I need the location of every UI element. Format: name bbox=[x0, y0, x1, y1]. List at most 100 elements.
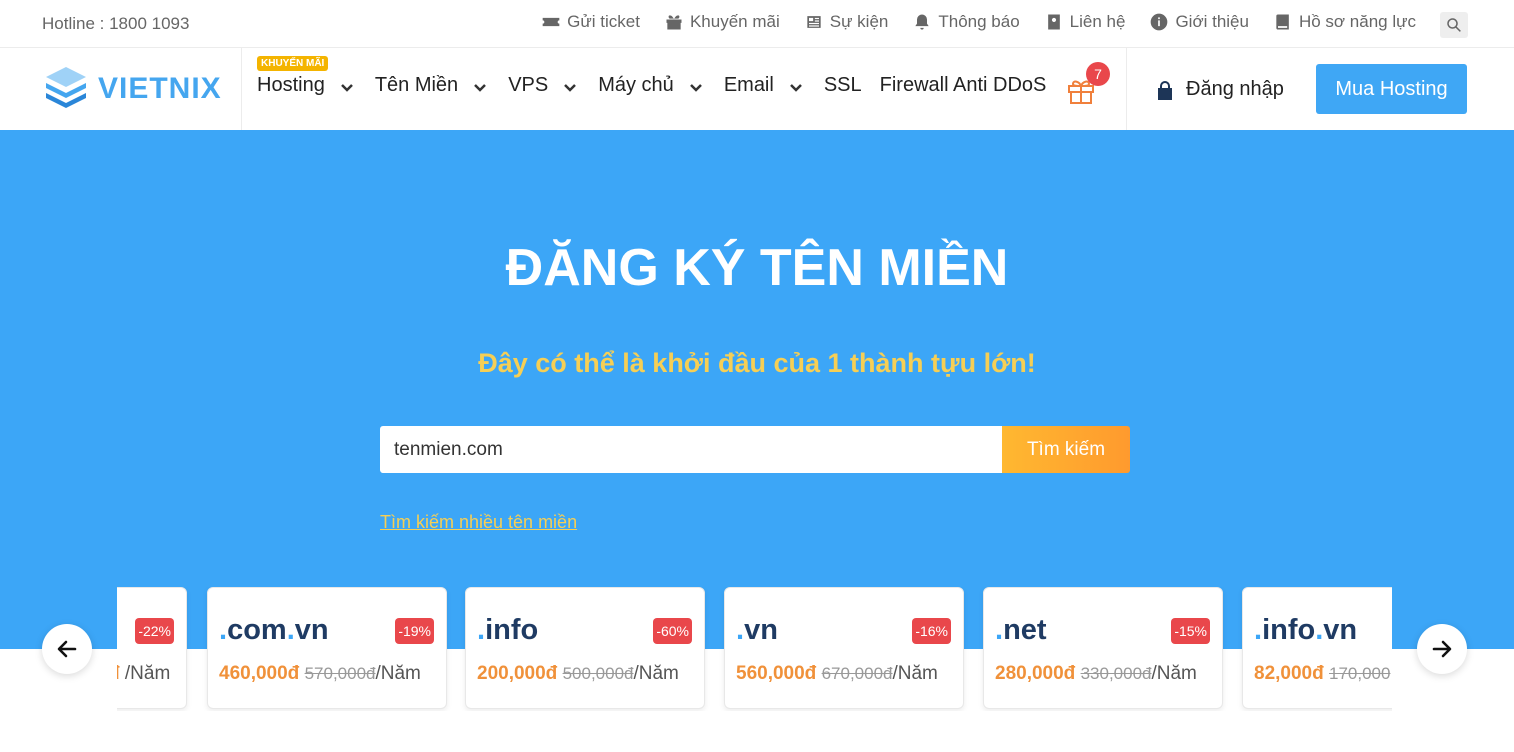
nav-divider bbox=[1126, 48, 1127, 130]
domain-card[interactable]: .info -60% 200,000đ 500,000đ/Năm bbox=[465, 587, 705, 709]
contact-icon bbox=[1047, 14, 1060, 30]
domain-search-button[interactable]: Tìm kiếm bbox=[1002, 426, 1130, 473]
menu-domain[interactable]: Tên Miền bbox=[375, 74, 488, 97]
discount-badge: -16% bbox=[912, 618, 951, 644]
current-price: 82,000đ bbox=[1254, 663, 1324, 684]
chevron-down-icon bbox=[788, 78, 804, 94]
arrow-left-icon bbox=[57, 640, 77, 658]
discount-badge: -19% bbox=[395, 618, 434, 644]
top-link-promotion[interactable]: Khuyến mãi bbox=[664, 12, 780, 32]
domain-extension: .com.vn bbox=[219, 614, 329, 646]
domain-search-bar: Tìm kiếm bbox=[380, 426, 1130, 473]
old-price: 170,000 bbox=[1329, 664, 1391, 683]
top-link-about[interactable]: Giới thiệu bbox=[1149, 12, 1249, 32]
menu-label: Tên Miền bbox=[374, 74, 459, 96]
ticket-icon bbox=[542, 17, 560, 27]
menu-ssl[interactable]: SSL bbox=[824, 74, 862, 97]
search-icon bbox=[1447, 18, 1461, 32]
domain-search-input[interactable] bbox=[380, 426, 1002, 473]
price-row: 460,000đ 570,000đ/Năm bbox=[219, 663, 421, 685]
arrow-right-icon bbox=[1432, 640, 1452, 658]
domain-card[interactable]: .info.vn 82,000đ 170,000 bbox=[1242, 587, 1392, 709]
nav-divider bbox=[241, 48, 242, 130]
price-row: 200,000đ 500,000đ/Năm bbox=[477, 663, 679, 685]
hero-title: ĐĂNG KÝ TÊN MIỀN bbox=[505, 239, 1009, 297]
top-link-notifications[interactable]: Thông báo bbox=[912, 12, 1020, 32]
newspaper-icon bbox=[807, 16, 821, 28]
top-link-ticket[interactable]: Gửi ticket bbox=[541, 12, 640, 32]
hero-subtitle: Đây có thể là khởi đầu của 1 thành tựu l… bbox=[478, 348, 1036, 378]
old-price: 330,000đ bbox=[1080, 664, 1152, 683]
gift-count-badge: 7 bbox=[1086, 62, 1110, 86]
domain-card[interactable]: .vn -16% 560,000đ 670,000đ/Năm bbox=[724, 587, 964, 709]
top-link-events[interactable]: Sự kiện bbox=[804, 12, 889, 32]
hero-section: ĐĂNG KÝ TÊN MIỀN Đây có thể là khởi đầu … bbox=[0, 130, 1514, 649]
domain-extension: .info.vn bbox=[1254, 614, 1358, 646]
domain-card[interactable]: -22% đ /Năm bbox=[117, 587, 187, 709]
menu-email[interactable]: Email bbox=[724, 74, 804, 97]
price-row: 280,000đ 330,000đ/Năm bbox=[995, 663, 1197, 685]
per-year: /Năm bbox=[375, 663, 421, 684]
top-link-label: Hồ sơ năng lực bbox=[1298, 12, 1416, 31]
top-bar: Hotline : 1800 1093 Gửi ticket Khuyến mã… bbox=[0, 0, 1514, 48]
top-search-button[interactable] bbox=[1440, 12, 1468, 38]
top-link-label: Sự kiện bbox=[829, 12, 889, 31]
menu-hosting[interactable]: KHUYẾN MÃI Hosting bbox=[257, 56, 355, 97]
per-year: /Năm bbox=[1151, 663, 1197, 684]
menu-vps[interactable]: VPS bbox=[508, 74, 578, 97]
hotline-text: Hotline : 1800 1093 bbox=[42, 14, 190, 33]
price-row: đ /Năm bbox=[117, 663, 170, 685]
top-link-label: Khuyến mãi bbox=[689, 12, 780, 31]
menu-label: Máy chủ bbox=[598, 74, 674, 96]
domain-card[interactable]: .com.vn -19% 460,000đ 570,000đ/Năm bbox=[207, 587, 447, 709]
old-price: 670,000đ bbox=[821, 664, 893, 683]
domain-card[interactable]: .net -15% 280,000đ 330,000đ/Năm bbox=[983, 587, 1223, 709]
gift-icon bbox=[666, 15, 682, 30]
info-icon bbox=[1151, 13, 1168, 31]
old-price: 570,000đ bbox=[304, 664, 376, 683]
domain-extension: .net bbox=[995, 614, 1047, 646]
lock-icon bbox=[1158, 80, 1172, 100]
logo-icon bbox=[46, 67, 86, 108]
multi-domain-search-link[interactable]: Tìm kiếm nhiều tên miền bbox=[380, 512, 577, 533]
per-year: /Năm bbox=[633, 663, 679, 684]
per-year: /Năm bbox=[124, 663, 171, 684]
per-year: /Năm bbox=[892, 663, 938, 684]
chevron-down-icon bbox=[472, 78, 488, 94]
menu-server[interactable]: Máy chủ bbox=[598, 74, 704, 97]
chevron-down-icon bbox=[562, 78, 578, 94]
buy-hosting-button[interactable]: Mua Hosting bbox=[1316, 64, 1467, 114]
bell-icon bbox=[915, 14, 930, 30]
domain-price-carousel: -22% đ /Năm .com.vn -19% 460,000đ 570,00… bbox=[117, 587, 1392, 711]
login-label: Đăng nhập bbox=[1186, 78, 1284, 100]
menu-label: Hosting bbox=[257, 74, 325, 96]
menu-label: SSL bbox=[823, 74, 862, 96]
price-fragment: đ bbox=[117, 663, 120, 684]
current-price: 280,000đ bbox=[995, 663, 1076, 684]
carousel-next-button[interactable] bbox=[1417, 624, 1467, 674]
discount-badge: -60% bbox=[653, 618, 692, 644]
price-row: 82,000đ 170,000 bbox=[1254, 663, 1390, 685]
menu-label: VPS bbox=[508, 74, 549, 96]
top-link-label: Liên hệ bbox=[1069, 12, 1126, 31]
price-row: 560,000đ 670,000đ/Năm bbox=[736, 663, 938, 685]
top-link-profile[interactable]: Hồ sơ năng lực bbox=[1273, 12, 1416, 32]
vietnix-logo[interactable]: VIETNIX bbox=[40, 63, 222, 115]
gift-button[interactable]: 7 bbox=[1066, 62, 1110, 108]
top-link-label: Thông báo bbox=[938, 12, 1020, 31]
menu-firewall[interactable]: Firewall Anti DDoS bbox=[880, 74, 1047, 97]
chevron-down-icon bbox=[339, 78, 355, 94]
top-link-contact[interactable]: Liên hệ bbox=[1044, 12, 1126, 32]
login-link[interactable]: Đăng nhập bbox=[1156, 78, 1284, 101]
current-price: 200,000đ bbox=[477, 663, 558, 684]
carousel-prev-button[interactable] bbox=[42, 624, 92, 674]
promo-badge: KHUYẾN MÃI bbox=[257, 56, 329, 71]
current-price: 460,000đ bbox=[219, 663, 300, 684]
discount-badge: -22% bbox=[135, 618, 174, 644]
menu-label: Firewall Anti DDoS bbox=[879, 74, 1047, 96]
top-link-label: Giới thiệu bbox=[1175, 12, 1249, 31]
discount-badge: -15% bbox=[1171, 618, 1210, 644]
old-price: 500,000đ bbox=[562, 664, 634, 683]
logo-text: VIETNIX bbox=[98, 72, 222, 105]
book-icon bbox=[1276, 14, 1289, 30]
